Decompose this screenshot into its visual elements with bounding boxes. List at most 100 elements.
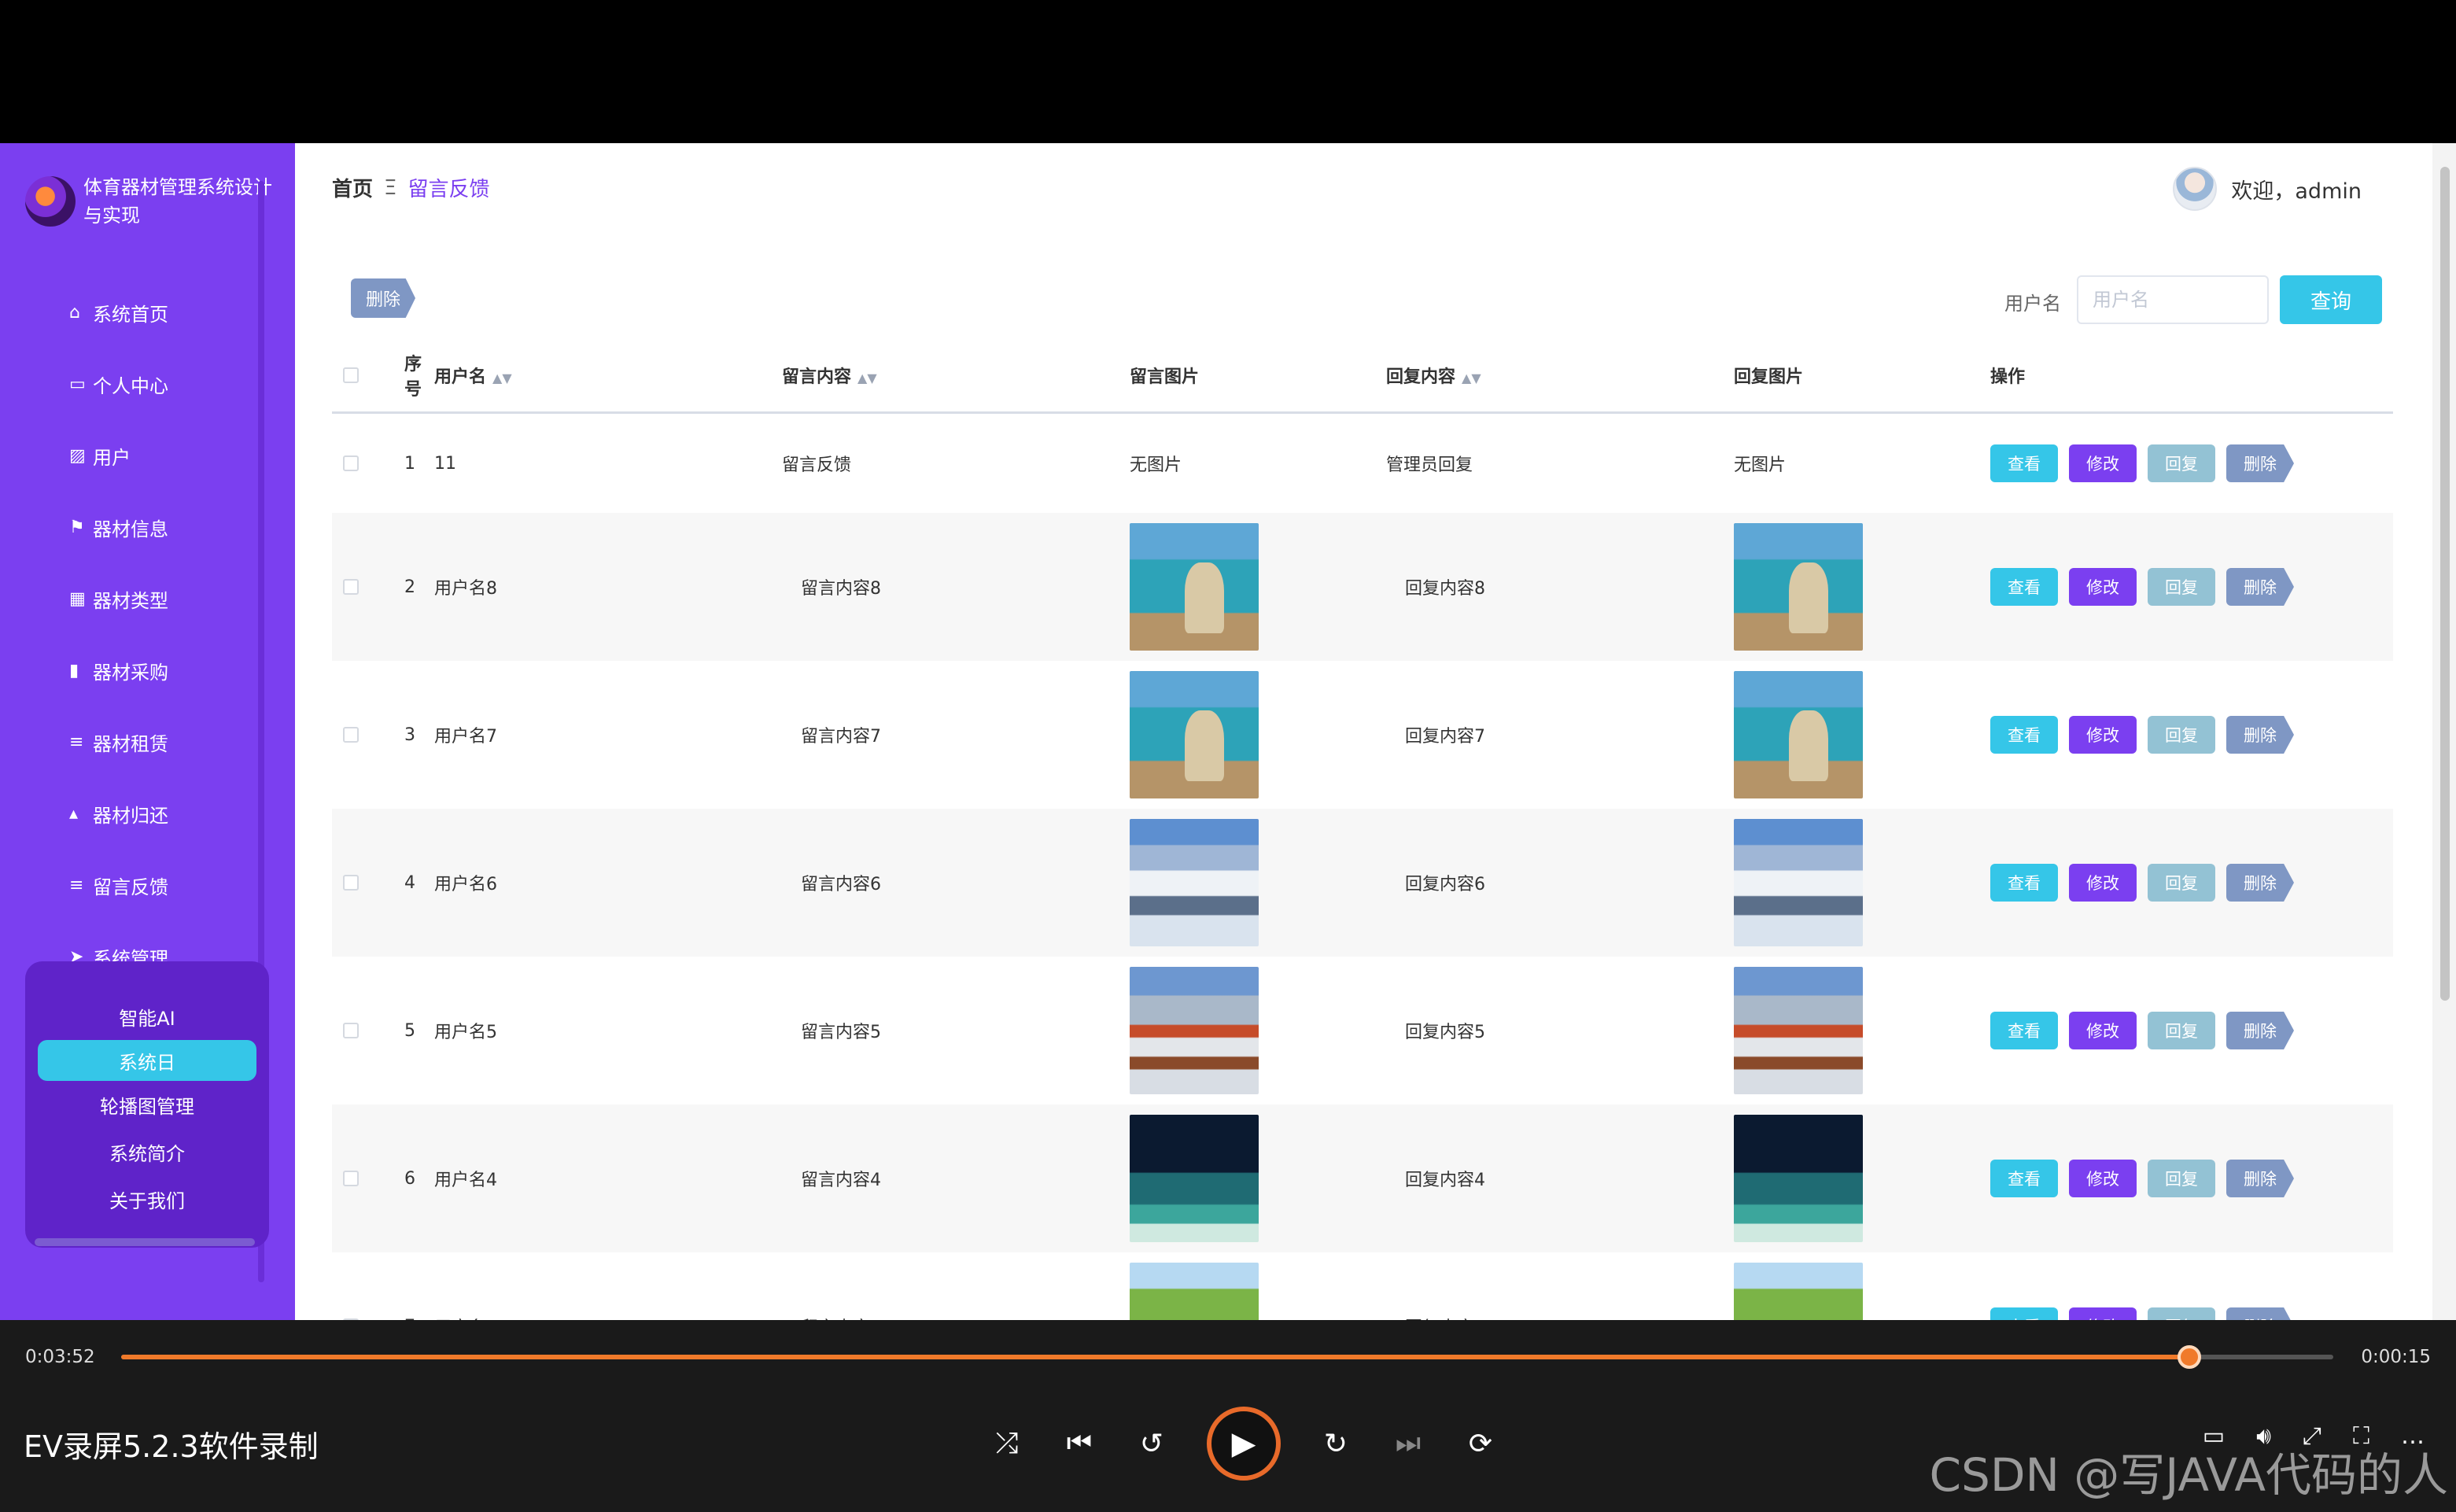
view-button[interactable]: 查看 <box>1990 1307 2058 1320</box>
reply-button[interactable]: 回复 <box>2148 716 2215 754</box>
reply-image-thumbnail[interactable] <box>1734 1115 1863 1242</box>
reply-button[interactable]: 回复 <box>2148 568 2215 606</box>
edit-button[interactable]: 修改 <box>2069 864 2137 902</box>
sidebar-item-feedback[interactable]: ≡ 留言反馈 <box>0 850 295 921</box>
sidebar-item-purchase[interactable]: ▮ 器材采购 <box>0 635 295 706</box>
message-image-thumbnail[interactable] <box>1130 1115 1259 1242</box>
next-icon[interactable]: ⏭ <box>1391 1427 1425 1460</box>
message-image-thumbnail[interactable] <box>1130 671 1259 798</box>
sidebar-item-home[interactable]: ⌂ 系统首页 <box>0 277 295 348</box>
reply-image-thumbnail[interactable] <box>1734 967 1863 1094</box>
row-message: 留言内容3 <box>782 1314 1130 1320</box>
sidebar-item-label: 器材租赁 <box>93 733 168 755</box>
view-button[interactable]: 查看 <box>1990 864 2058 902</box>
scrollbar-thumb[interactable] <box>2440 167 2450 1001</box>
message-image-thumbnail[interactable] <box>1130 523 1259 651</box>
message-image-thumbnail[interactable] <box>1130 1263 1259 1320</box>
search-input[interactable] <box>2077 275 2269 324</box>
view-button[interactable]: 查看 <box>1990 568 2058 606</box>
batch-delete-button[interactable]: 删除 <box>351 278 415 318</box>
edit-button[interactable]: 修改 <box>2069 444 2137 482</box>
sort-icon[interactable]: ▲▼ <box>492 371 512 385</box>
submenu-item-carousel[interactable]: 轮播图管理 <box>25 1081 269 1128</box>
reply-button[interactable]: 回复 <box>2148 444 2215 482</box>
user-welcome[interactable]: 欢迎，admin <box>2173 167 2362 211</box>
progress-track[interactable] <box>121 1345 2333 1369</box>
row-index: 6 <box>404 1168 415 1189</box>
reply-button[interactable]: 回复 <box>2148 1012 2215 1049</box>
edit-button[interactable]: 修改 <box>2069 1012 2137 1049</box>
delete-button[interactable]: 删除 <box>2226 1307 2294 1320</box>
delete-button[interactable]: 删除 <box>2226 1160 2294 1197</box>
row-index: 3 <box>404 725 415 745</box>
row-checkbox[interactable] <box>343 727 359 743</box>
thumb-icon: ▴ <box>69 804 79 824</box>
page-scrollbar[interactable] <box>2432 143 2456 1320</box>
previous-icon[interactable]: ⏮ <box>1062 1427 1097 1460</box>
submenu-item-about[interactable]: 关于我们 <box>25 1175 269 1223</box>
reply-image-thumbnail[interactable] <box>1734 671 1863 798</box>
view-button[interactable]: 查看 <box>1990 716 2058 754</box>
view-button[interactable]: 查看 <box>1990 444 2058 482</box>
row-checkbox[interactable] <box>343 1171 359 1186</box>
delete-button[interactable]: 删除 <box>2226 716 2294 754</box>
forward-30-icon[interactable]: ↻ <box>1318 1428 1353 1460</box>
sort-icon[interactable]: ▲▼ <box>857 371 877 385</box>
sidebar-item-rental[interactable]: ≡ 器材租赁 <box>0 706 295 778</box>
row-username: 用户名5 <box>434 1023 497 1042</box>
play-button[interactable]: ▶ <box>1207 1407 1281 1481</box>
reply-button[interactable]: 回复 <box>2148 864 2215 902</box>
shuffle-icon[interactable]: ⤮ <box>990 1427 1024 1460</box>
rewind-10-icon[interactable]: ↺ <box>1134 1428 1169 1460</box>
sidebar-item-label: 器材类型 <box>93 590 168 612</box>
row-index: 1 <box>404 453 415 474</box>
repeat-icon[interactable]: ⟳ <box>1463 1428 1498 1460</box>
delete-button[interactable]: 删除 <box>2226 568 2294 606</box>
submenu-item-log[interactable]: 系统日 <box>38 1040 256 1081</box>
col-username[interactable]: 用户名 ▲▼ <box>434 363 782 388</box>
sidebar-item-equipment-type[interactable]: ▦ 器材类型 <box>0 563 295 635</box>
edit-button[interactable]: 修改 <box>2069 1160 2137 1197</box>
edit-button[interactable]: 修改 <box>2069 1307 2137 1320</box>
message-image-thumbnail[interactable] <box>1130 819 1259 946</box>
view-button[interactable]: 查看 <box>1990 1160 2058 1197</box>
delete-button[interactable]: 删除 <box>2226 864 2294 902</box>
reply-image-thumbnail[interactable] <box>1734 523 1863 651</box>
row-checkbox[interactable] <box>343 579 359 595</box>
select-all-checkbox[interactable] <box>343 367 359 383</box>
delete-button[interactable]: 删除 <box>2226 1012 2294 1049</box>
sidebar-item-label: 留言反馈 <box>93 876 168 898</box>
row-username: 11 <box>434 453 456 474</box>
sidebar-item-users[interactable]: ▨ 用户 <box>0 420 295 492</box>
delete-button[interactable]: 删除 <box>2226 444 2294 482</box>
col-message[interactable]: 留言内容 ▲▼ <box>782 363 1130 388</box>
row-reply: 回复内容8 <box>1405 579 1485 599</box>
row-checkbox[interactable] <box>343 455 359 471</box>
sort-icon[interactable]: ▲▼ <box>1462 371 1481 385</box>
reply-image-thumbnail[interactable] <box>1734 1263 1863 1320</box>
progress-knob[interactable] <box>2178 1345 2201 1369</box>
sidebar-item-profile[interactable]: ▭ 个人中心 <box>0 348 295 420</box>
submenu-item-intro[interactable]: 系统简介 <box>25 1128 269 1175</box>
reply-button[interactable]: 回复 <box>2148 1160 2215 1197</box>
submenu-scrollbar[interactable] <box>35 1238 255 1246</box>
row-checkbox[interactable] <box>343 1023 359 1038</box>
sidebar-item-equipment[interactable]: ⚑ 器材信息 <box>0 492 295 563</box>
breadcrumb-home[interactable]: 首页 <box>332 173 373 202</box>
sidebar: 体育器材管理系统设计与实现 ⌂ 系统首页 ▭ 个人中心 ▨ 用户 ⚑ 器材信息 ▦ 器材类… <box>0 143 295 1320</box>
reply-button[interactable]: 回复 <box>2148 1307 2215 1320</box>
view-button[interactable]: 查看 <box>1990 1012 2058 1049</box>
time-elapsed: 0:03:52 <box>25 1347 95 1367</box>
reply-image-thumbnail[interactable] <box>1734 819 1863 946</box>
table-row: 1 11 留言反馈 无图片 管理员回复 无图片 查看 修改 回复 删除 <box>332 414 2393 513</box>
row-reply: 回复内容6 <box>1405 875 1485 894</box>
edit-button[interactable]: 修改 <box>2069 568 2137 606</box>
row-checkbox[interactable] <box>343 875 359 891</box>
edit-button[interactable]: 修改 <box>2069 716 2137 754</box>
sidebar-item-return[interactable]: ▴ 器材归还 <box>0 778 295 850</box>
avatar[interactable] <box>2173 167 2218 211</box>
message-image-thumbnail[interactable] <box>1130 967 1259 1094</box>
col-reply[interactable]: 回复内容 ▲▼ <box>1386 363 1734 388</box>
submenu-item-ai[interactable]: 智能AI <box>25 993 269 1040</box>
query-button[interactable]: 查询 <box>2280 275 2382 324</box>
